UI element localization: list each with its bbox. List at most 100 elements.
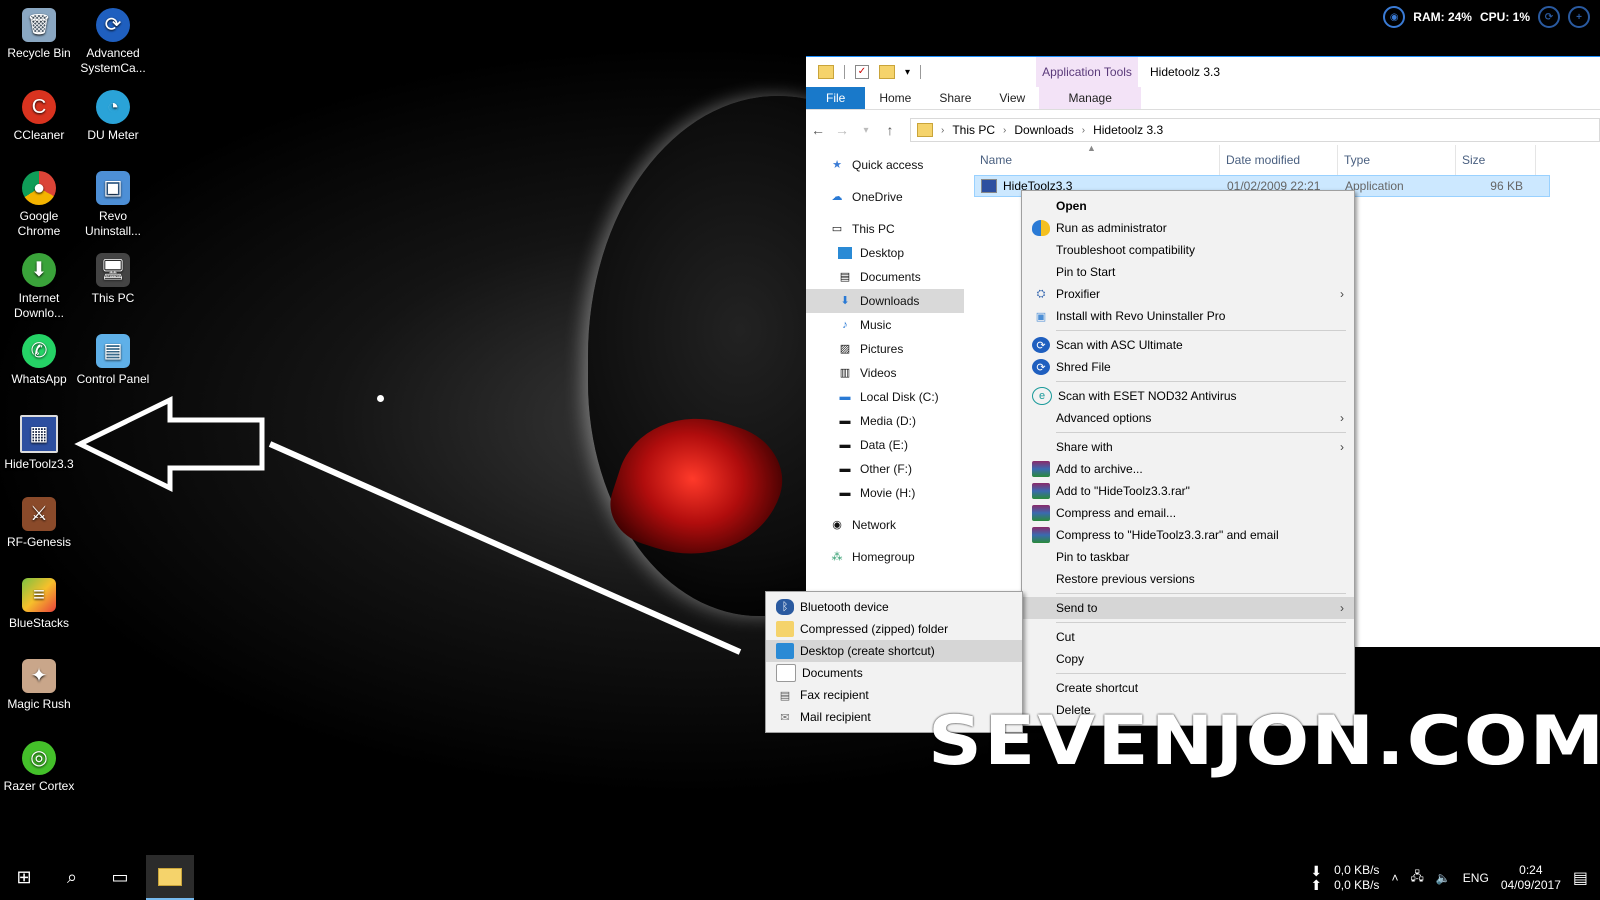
- breadcrumb-downloads[interactable]: Downloads: [1014, 123, 1073, 137]
- column-size[interactable]: Size: [1456, 145, 1536, 175]
- desktop-icon-internet-download-manager[interactable]: ⬇ Internet Downlo...: [0, 247, 78, 321]
- menu-advanced-options[interactable]: Advanced options ›: [1022, 407, 1354, 429]
- desktop-icon-rf-genesis[interactable]: ⚔ RF-Genesis: [0, 491, 78, 550]
- nav-local-disk-c[interactable]: ▬ Local Disk (C:): [806, 385, 964, 409]
- nav-label: Other (F:): [860, 462, 913, 476]
- nav-media-d[interactable]: ▬ Media (D:): [806, 409, 964, 433]
- desktop-icon-google-chrome[interactable]: ● Google Chrome: [0, 165, 78, 239]
- menu-add-to-archive[interactable]: Add to archive...: [1022, 458, 1354, 480]
- menu-create-shortcut[interactable]: Create shortcut: [1022, 677, 1354, 699]
- address-bar[interactable]: › This PC › Downloads › Hidetoolz 3.3: [910, 118, 1600, 142]
- nav-pictures[interactable]: ▨ Pictures: [806, 337, 964, 361]
- desktop-icon-this-pc[interactable]: 🖥 This PC: [74, 247, 152, 306]
- breadcrumb-this-pc[interactable]: This PC: [952, 123, 995, 137]
- up-arrow-icon[interactable]: ↑: [878, 122, 902, 138]
- menu-scan-eset[interactable]: e Scan with ESET NOD32 Antivirus: [1022, 385, 1354, 407]
- menu-label: Scan with ESET NOD32 Antivirus: [1058, 389, 1237, 403]
- nav-this-pc[interactable]: ▭ This PC: [806, 217, 964, 241]
- tab-share[interactable]: Share: [925, 87, 985, 109]
- nav-music[interactable]: ♪ Music: [806, 313, 964, 337]
- menu-troubleshoot-compatibility[interactable]: Troubleshoot compatibility: [1022, 239, 1354, 261]
- nav-homegroup[interactable]: ⁂ Homegroup: [806, 545, 964, 569]
- menu-install-with-revo[interactable]: ▣ Install with Revo Uninstaller Pro: [1022, 305, 1354, 327]
- desktop-icon: [776, 643, 794, 659]
- taskbar-file-explorer[interactable]: [146, 855, 194, 900]
- menu-label: Bluetooth device: [800, 600, 889, 614]
- menu-share-with[interactable]: Share with ›: [1022, 436, 1354, 458]
- gadget-boost-icon[interactable]: ⟳: [1538, 6, 1560, 28]
- volume-icon[interactable]: 🔈: [1436, 871, 1451, 885]
- sendto-bluetooth-device[interactable]: ᛒ Bluetooth device: [766, 596, 1022, 618]
- menu-shred-file[interactable]: ⟳ Shred File: [1022, 356, 1354, 378]
- desktop-icon-recycle-bin[interactable]: 🗑 Recycle Bin: [0, 2, 78, 61]
- task-view-button[interactable]: ▭: [96, 855, 144, 900]
- menu-copy[interactable]: Copy: [1022, 648, 1354, 670]
- menu-cut[interactable]: Cut: [1022, 626, 1354, 648]
- chevron-right-icon: ›: [941, 124, 945, 136]
- desktop-icon-hidetoolz[interactable]: ▦ HideToolz3.3: [0, 409, 78, 472]
- file-explorer-icon: [158, 867, 182, 886]
- nav-documents[interactable]: ▤ Documents: [806, 265, 964, 289]
- desktop-icon-label: RF-Genesis: [6, 535, 71, 549]
- qat-dropdown-icon[interactable]: ▾: [905, 67, 910, 78]
- breadcrumb-hidetoolz[interactable]: Hidetoolz 3.3: [1093, 123, 1163, 137]
- new-folder-icon[interactable]: [879, 65, 895, 79]
- back-arrow-icon[interactable]: ←: [806, 122, 830, 138]
- menu-pin-to-start[interactable]: Pin to Start: [1022, 261, 1354, 283]
- pictures-icon: ▨: [839, 343, 851, 355]
- desktop-icon-magic-rush[interactable]: ✦ Magic Rush: [0, 653, 78, 712]
- nav-desktop[interactable]: Desktop: [806, 241, 964, 265]
- desktop-icon-control-panel[interactable]: ▤ Control Panel: [74, 328, 152, 387]
- nav-videos[interactable]: ▥ Videos: [806, 361, 964, 385]
- network-icon[interactable]: 🖧: [1410, 867, 1423, 888]
- menu-compress-to-rar-and-email[interactable]: Compress to "HideToolz3.3.rar" and email: [1022, 524, 1354, 546]
- tab-file[interactable]: File: [806, 87, 866, 109]
- sendto-documents[interactable]: Documents: [766, 662, 1022, 684]
- properties-icon[interactable]: ✓: [855, 65, 869, 79]
- desktop-icon-du-meter[interactable]: ◔ DU Meter: [74, 84, 152, 143]
- menu-proxifier[interactable]: ⛭ Proxifier ›: [1022, 283, 1354, 305]
- menu-compress-and-email[interactable]: Compress and email...: [1022, 502, 1354, 524]
- nav-network[interactable]: ◉ Network: [806, 513, 964, 537]
- action-center-icon[interactable]: ▤: [1573, 868, 1588, 888]
- document-icon: ▤: [839, 271, 851, 283]
- nav-data-e[interactable]: ▬ Data (E:): [806, 433, 964, 457]
- column-date-modified[interactable]: Date modified: [1220, 145, 1338, 175]
- tab-home[interactable]: Home: [865, 87, 925, 109]
- chevron-up-icon[interactable]: ˄: [1391, 871, 1398, 885]
- sendto-desktop-create-shortcut[interactable]: Desktop (create shortcut): [766, 640, 1022, 662]
- nav-quick-access[interactable]: ★ Quick access: [806, 153, 964, 177]
- menu-run-as-administrator[interactable]: Run as administrator: [1022, 217, 1354, 239]
- desktop-icon-bluestacks[interactable]: ≡ BlueStacks: [0, 572, 78, 631]
- nav-onedrive[interactable]: ☁ OneDrive: [806, 185, 964, 209]
- search-button[interactable]: ⌕: [48, 855, 96, 900]
- clock[interactable]: 0:24 04/09/2017: [1501, 863, 1561, 893]
- tab-view[interactable]: View: [985, 87, 1039, 109]
- desktop-icon-razer-cortex[interactable]: ◎ Razer Cortex: [0, 735, 78, 794]
- menu-open[interactable]: Open: [1022, 195, 1354, 217]
- column-type[interactable]: Type: [1338, 145, 1456, 175]
- gadget-add-icon[interactable]: +: [1568, 6, 1590, 28]
- recent-locations-icon[interactable]: ▾: [854, 125, 878, 136]
- taskbar: ⊞ ⌕ ▭ ⬇ ⬆ 0,0 KB/s 0,0 KB/s ˄ 🖧 🔈 ENG 0:2…: [0, 855, 1600, 900]
- menu-label: Troubleshoot compatibility: [1056, 243, 1195, 257]
- menu-scan-asc[interactable]: ⟳ Scan with ASC Ultimate: [1022, 334, 1354, 356]
- menu-restore-previous-versions[interactable]: Restore previous versions: [1022, 568, 1354, 590]
- menu-pin-to-taskbar[interactable]: Pin to taskbar: [1022, 546, 1354, 568]
- nav-other-f[interactable]: ▬ Other (F:): [806, 457, 964, 481]
- nav-movie-h[interactable]: ▬ Movie (H:): [806, 481, 964, 505]
- start-button[interactable]: ⊞: [0, 855, 48, 900]
- menu-add-to-rar[interactable]: Add to "HideToolz3.3.rar": [1022, 480, 1354, 502]
- desktop-icon-revo-uninstaller[interactable]: ▣ Revo Uninstall...: [74, 165, 152, 239]
- forward-arrow-icon[interactable]: →: [830, 122, 854, 138]
- desktop-icon-advanced-systemcare[interactable]: ⟳ Advanced SystemCa...: [74, 2, 152, 76]
- nav-downloads[interactable]: ⬇ Downloads: [806, 289, 964, 313]
- language-indicator[interactable]: ENG: [1463, 871, 1489, 885]
- desktop-icon-whatsapp[interactable]: ✆ WhatsApp: [0, 328, 78, 387]
- tab-manage[interactable]: Manage: [1039, 87, 1142, 109]
- menu-label: Send to: [1056, 601, 1098, 615]
- menu-label: Advanced options: [1056, 411, 1152, 425]
- sendto-compressed-folder[interactable]: Compressed (zipped) folder: [766, 618, 1022, 640]
- menu-send-to[interactable]: Send to ›: [1022, 597, 1354, 619]
- desktop-icon-ccleaner[interactable]: C CCleaner: [0, 84, 78, 143]
